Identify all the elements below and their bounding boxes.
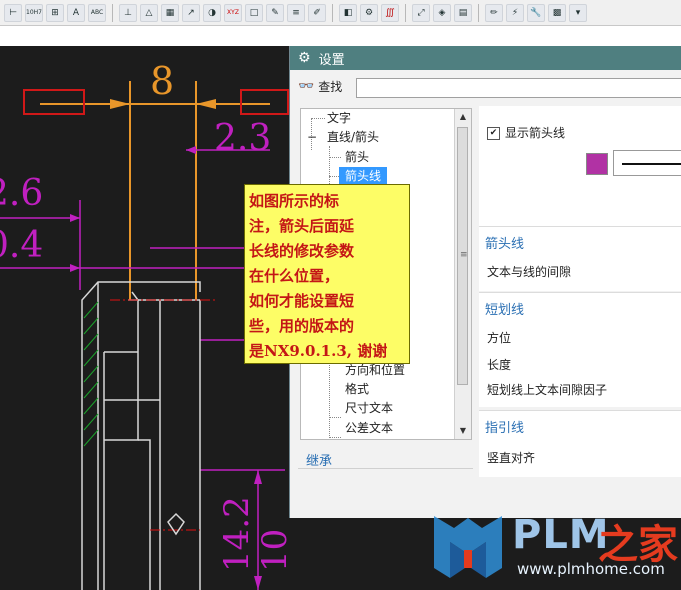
search-label: 查找: [318, 80, 343, 94]
section-title[interactable]: 箭头线: [479, 227, 681, 252]
dialog-title: 设置: [318, 52, 345, 68]
bolt-icon[interactable]: ⚡: [506, 3, 524, 22]
scroll-down-icon[interactable]: ▼: [455, 423, 471, 439]
text-to-line-gap-label: 文本与线的间隙: [487, 265, 572, 279]
tree-item-format[interactable]: 格式: [345, 380, 369, 398]
datum-icon[interactable]: ⊞: [46, 3, 64, 22]
text-icon[interactable]: A: [67, 3, 85, 22]
section-title[interactable]: 短划线: [479, 293, 681, 318]
tree-connector: [329, 157, 341, 158]
toolbar-separator: [478, 3, 479, 22]
dim-2-6: 2.6: [0, 173, 43, 214]
scroll-up-icon[interactable]: ▲: [455, 109, 471, 125]
tree-item-arrow[interactable]: 箭头: [345, 148, 369, 166]
show-arrow-line-label: 显示箭头线: [505, 126, 566, 140]
main-toolbar: ⊢ 10H7 ⊞ A ABC ⊥ △ ▦ ↗ ◑ XYZ □ ✎ ≡ ✐ ◧ ⚙…: [0, 0, 681, 26]
arrow-a-icon[interactable]: ↗: [182, 3, 200, 22]
plm-brand: PLM: [512, 512, 610, 558]
question-callout: 如图所示的标 注，箭头后面延 长线的修改参数 在什么位置， 如何才能设置短 些，…: [244, 184, 410, 364]
gear-icon: ⚙: [298, 50, 311, 66]
circle-icon[interactable]: ◑: [203, 3, 221, 22]
callout-line: 注，箭头后面延: [249, 217, 355, 235]
leader-section: 指引线 竖直对齐: [479, 410, 681, 477]
dialog-title-bar[interactable]: ⚙ 设置: [290, 46, 681, 70]
table-icon[interactable]: ▦: [161, 3, 179, 22]
line-color-swatch[interactable]: [586, 153, 608, 175]
dim-0-4: 0.4: [0, 225, 43, 266]
tolerance-icon[interactable]: 10H7: [25, 3, 43, 22]
arrow-line-display-section: ✔ 显示箭头线: [479, 106, 681, 234]
note-icon[interactable]: ✎: [266, 3, 284, 22]
search-row: 👓 查找: [298, 78, 342, 95]
orientation-label: 方位: [487, 331, 512, 345]
plm-watermark: PLM 之家 www.plmhome.com: [428, 506, 681, 590]
show-arrow-line-checkbox[interactable]: ✔: [487, 127, 500, 140]
stack-icon[interactable]: ▤: [454, 3, 472, 22]
length-label: 长度: [487, 358, 512, 372]
tree-connector: [329, 437, 341, 438]
arrow-line-section: 箭头线 文本与线的间隙: [479, 226, 681, 291]
pencil-icon[interactable]: ✏: [485, 3, 503, 22]
vertical-alignment-label: 竖直对齐: [487, 451, 536, 465]
tree-scrollbar[interactable]: ▲ ▼: [454, 109, 471, 439]
tree-item-line-arrow[interactable]: 直线/箭头: [327, 128, 379, 146]
tree-connector: [311, 118, 325, 119]
stub-section: 短划线 方位 长度 短划线上文本间隙因子: [479, 292, 681, 407]
rectangle-icon[interactable]: □: [245, 3, 263, 22]
drop-icon[interactable]: ▾: [569, 3, 587, 22]
divider: [298, 468, 473, 469]
toolbar-separator: [405, 3, 406, 22]
dim-2-3: 2.3: [214, 118, 271, 159]
datum-feature-icon[interactable]: ⊥: [119, 3, 137, 22]
wrench-icon[interactable]: 🔧: [527, 3, 545, 22]
gear-icon[interactable]: ⚙: [360, 3, 378, 22]
tree-item-dimension-text[interactable]: 尺寸文本: [345, 399, 393, 417]
dim-10: 10: [255, 529, 295, 572]
binoculars-icon: 👓: [298, 79, 315, 94]
dim-8: 8: [150, 59, 174, 103]
command-bar: [0, 26, 681, 47]
section-title[interactable]: 指引线: [479, 411, 681, 436]
expand-icon[interactable]: ⤢: [412, 3, 430, 22]
dim-14-2: 14.2: [217, 496, 257, 572]
layers-icon[interactable]: ◈: [433, 3, 451, 22]
toolbar-separator: [332, 3, 333, 22]
grid-icon[interactable]: ▩: [548, 3, 566, 22]
dimension-icon[interactable]: ⊢: [4, 3, 22, 22]
tree-item-tolerance-text[interactable]: 公差文本: [345, 419, 393, 437]
layer-icon[interactable]: ◧: [339, 3, 357, 22]
inherit-section[interactable]: 继承: [306, 450, 332, 469]
abc-icon[interactable]: ABC: [88, 3, 106, 22]
plm-url: www.plmhome.com: [517, 560, 665, 578]
stub-text-gap-factor-label: 短划线上文本间隙因子: [487, 383, 608, 397]
tree-item-text[interactable]: 文字: [327, 109, 351, 127]
tree-connector: [329, 417, 341, 418]
edit-icon[interactable]: ✐: [308, 3, 326, 22]
callout-line: 在什么位置，: [249, 267, 340, 285]
style-icon[interactable]: ∭: [381, 3, 399, 22]
callout-line: 如图所示的标: [249, 192, 340, 210]
search-input[interactable]: [356, 78, 681, 98]
list-icon[interactable]: ≡: [287, 3, 305, 22]
triangle-icon[interactable]: △: [140, 3, 158, 22]
callout-line: 长线的修改参数: [249, 242, 355, 260]
callout-line: 些，用的版本的: [249, 317, 355, 335]
line-style-dropdown[interactable]: [613, 150, 681, 176]
xyz-icon[interactable]: XYZ: [224, 3, 242, 22]
splitter-grip-icon[interactable]: ≡: [460, 250, 468, 260]
tree-expander[interactable]: −: [307, 128, 317, 146]
callout-line: 是NX9.0.1.3, 谢谢: [249, 342, 388, 360]
tree-item-arrow-line[interactable]: 箭头线: [339, 167, 388, 185]
toolbar-separator: [112, 3, 113, 22]
settings-panel: ✔ 显示箭头线 箭头线 文本与线的间隙 短划线 方位 长度 短划线上文本间隙因子 …: [479, 106, 681, 477]
callout-line: 如何才能设置短: [249, 292, 355, 310]
show-arrow-line-row[interactable]: ✔ 显示箭头线: [487, 124, 565, 141]
plm-logo-icon: [434, 516, 502, 578]
